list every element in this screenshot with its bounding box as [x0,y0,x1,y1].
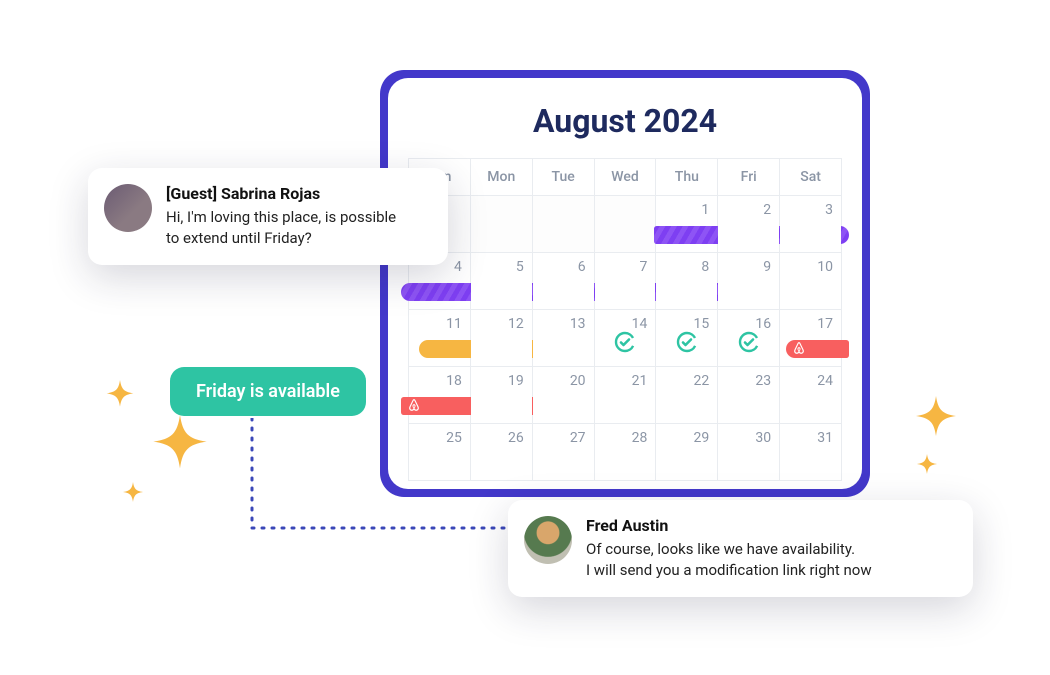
sparkle-icon [100,380,140,420]
weekday-header: Sat [780,159,841,195]
calendar-cell[interactable]: 23 [718,367,779,423]
sparkle-icon [118,482,148,512]
day-number: 21 [632,373,648,389]
check-circle-icon [675,330,699,354]
day-number: 24 [817,373,833,389]
calendar-cell[interactable]: 27 [533,424,594,480]
calendar-cell[interactable] [533,196,594,252]
guest-name: [Guest] Sabrina Rojas [166,184,396,203]
day-number: 23 [755,373,771,389]
calendar-cell[interactable]: 16 [718,310,779,366]
day-number: 2 [763,202,771,218]
calendar-cell[interactable]: 19 [471,367,532,423]
day-number: 31 [817,430,833,446]
day-number: 19 [508,373,524,389]
day-number: 13 [570,316,586,332]
availability-chip[interactable]: Friday is available [170,367,366,416]
sparkle-icon [140,415,220,495]
calendar-grid: Sun Mon Tue Wed Thu Fri Sat 1 2 3 4 [408,158,842,481]
calendar-cell[interactable]: 7 [595,253,656,309]
day-number: 8 [701,259,709,275]
day-number: 20 [570,373,586,389]
calendar-cell[interactable]: 9 [718,253,779,309]
calendar-cell[interactable]: 11 [409,310,470,366]
weekday-header: Mon [471,159,532,195]
calendar-cell[interactable]: 18 [409,367,470,423]
sparkle-icon [912,454,942,484]
day-number: 6 [578,259,586,275]
calendar-cell[interactable]: 21 [595,367,656,423]
calendar-cell[interactable] [471,196,532,252]
calendar-title: August 2024 [408,102,842,140]
day-number: 29 [694,430,710,446]
day-number: 22 [694,373,710,389]
day-number: 27 [570,430,586,446]
day-number: 17 [817,316,833,332]
calendar-cell[interactable]: 17 [780,310,841,366]
calendar-cell[interactable]: 20 [533,367,594,423]
calendar-cell[interactable]: 2 [718,196,779,252]
host-message-text: Of course, looks like we have availabili… [586,539,872,581]
guest-message-text: Hi, I'm loving this place, is possible t… [166,207,396,249]
weekday-header: Thu [656,159,717,195]
check-circle-icon [737,330,761,354]
calendar-cell[interactable]: 31 [780,424,841,480]
calendar-cell[interactable]: 8 [656,253,717,309]
day-number: 12 [508,316,524,332]
day-number: 3 [825,202,833,218]
airbnb-icon [792,341,806,355]
calendar-cell[interactable]: 14 [595,310,656,366]
calendar-cell[interactable]: 29 [656,424,717,480]
calendar-cell[interactable]: 3 [780,196,841,252]
calendar-cell[interactable]: 24 [780,367,841,423]
calendar-cell[interactable] [595,196,656,252]
calendar-cell[interactable]: 6 [533,253,594,309]
booking-bar-airbnb[interactable] [786,340,849,358]
day-number: 30 [755,430,771,446]
weekday-header: Tue [533,159,594,195]
guest-message-card[interactable]: [Guest] Sabrina Rojas Hi, I'm loving thi… [88,168,448,265]
day-number: 4 [454,259,462,275]
calendar-cell[interactable]: 5 [471,253,532,309]
avatar [524,516,572,564]
day-number: 1 [701,202,709,218]
calendar-cell[interactable]: 1 [656,196,717,252]
calendar-cell[interactable]: 22 [656,367,717,423]
avatar [104,184,152,232]
check-circle-icon [613,330,637,354]
calendar-cell[interactable]: 13 [533,310,594,366]
day-number: 11 [446,316,462,332]
calendar-cell[interactable]: 10 [780,253,841,309]
calendar-cell[interactable]: 15 [656,310,717,366]
airbnb-icon [407,398,421,412]
calendar-cell[interactable]: 28 [595,424,656,480]
calendar-cell[interactable]: 25 [409,424,470,480]
day-number: 9 [763,259,771,275]
calendar-cell[interactable]: 12 [471,310,532,366]
host-name: Fred Austin [586,516,872,535]
day-number: 7 [640,259,648,275]
host-message-card[interactable]: Fred Austin Of course, looks like we hav… [508,500,973,597]
day-number: 10 [817,259,833,275]
day-number: 5 [516,259,524,275]
day-number: 28 [632,430,648,446]
calendar-widget[interactable]: August 2024 Sun Mon Tue Wed Thu Fri Sat … [380,70,870,497]
day-number: 26 [508,430,524,446]
calendar-cell[interactable]: 30 [718,424,779,480]
weekday-header: Wed [595,159,656,195]
weekday-header: Fri [718,159,779,195]
day-number: 18 [446,373,462,389]
calendar-cell[interactable]: 26 [471,424,532,480]
day-number: 25 [446,430,462,446]
sparkle-icon [906,396,966,456]
